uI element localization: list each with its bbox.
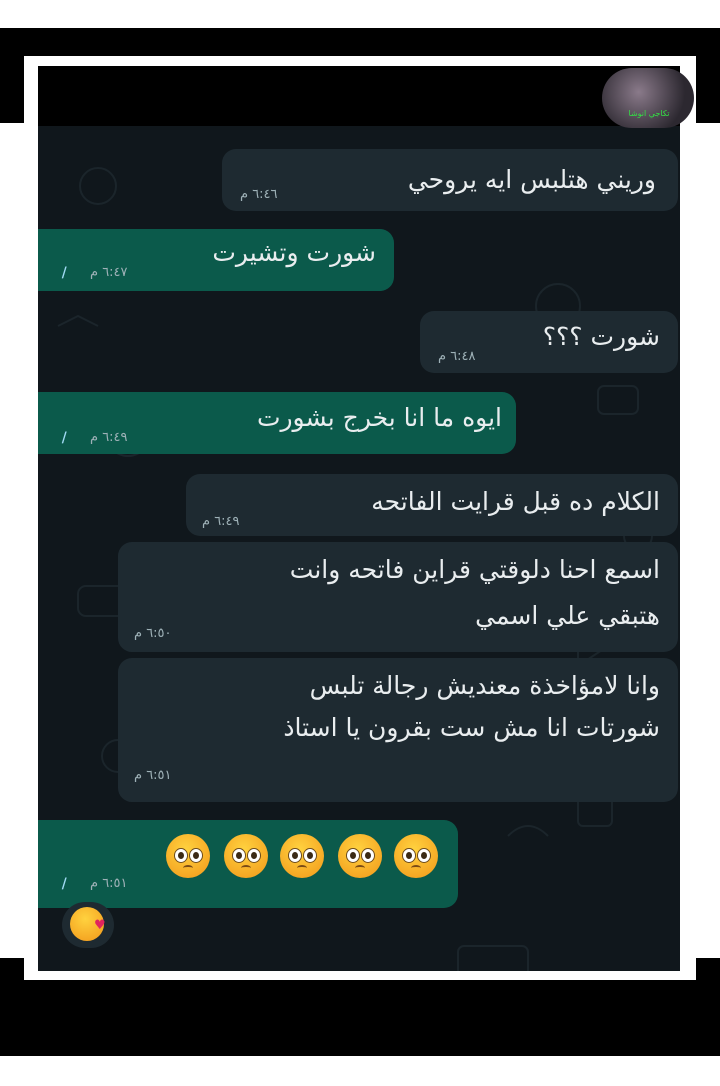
message-time: ٦:٥١ م	[90, 876, 128, 891]
pleading-face-icon	[166, 834, 210, 878]
pleading-face-icon	[280, 834, 324, 878]
message-time: ٦:٤٩ م	[202, 514, 240, 529]
message-bubble-incoming[interactable]: وانا لامؤاخذة معنديش رجالة تلبس شورتات ا…	[118, 658, 678, 802]
heart-icon: ♥	[94, 918, 106, 933]
message-bubble-outgoing[interactable]: ٦:٥١ م //	[38, 820, 458, 908]
watermark-logo: تكاجي انوشا	[602, 68, 694, 128]
message-text: الكلام ده قبل قرايت الفاتحه	[371, 487, 660, 516]
message-time: ٦:٥١ م	[134, 768, 172, 783]
pleading-face-icon	[338, 834, 382, 878]
pleading-face-icon	[394, 834, 438, 878]
message-text: ايوه ما انا بخرج بشورت	[256, 403, 502, 432]
message-text-line-1: اسمع احنا دلوقتي قراين فاتحه وانت	[289, 555, 660, 584]
message-time: ٦:٤٦ م	[240, 187, 278, 202]
message-bubble-incoming[interactable]: وريني هتلبس ايه يروحي ٦:٤٦ م	[222, 149, 678, 211]
message-text: وريني هتلبس ايه يروحي	[407, 165, 656, 194]
message-text-line-2: شورتات انا مش ست بقرون يا استاذ	[283, 713, 660, 742]
message-bubble-incoming[interactable]: اسمع احنا دلوقتي قراين فاتحه وانت هتبقي …	[118, 542, 678, 652]
message-text-line-2: هتبقي علي اسمي	[475, 601, 660, 630]
message-time: ٦:٤٧ م	[90, 265, 128, 280]
message-time: ٦:٥٠ م	[134, 626, 172, 641]
pleading-face-icon	[224, 834, 268, 878]
message-time: ٦:٤٨ م	[438, 349, 476, 364]
message-bubble-outgoing[interactable]: ايوه ما انا بخرج بشورت ٦:٤٩ م //	[38, 392, 516, 454]
message-bubble-outgoing[interactable]: شورت وتشيرت ٦:٤٧ م //	[38, 229, 394, 291]
face-blowing-a-kiss-icon: ♥	[70, 907, 106, 941]
message-bubble-incoming[interactable]: شورت ؟؟؟ ٦:٤٨ م	[420, 311, 678, 373]
message-text: شورت ؟؟؟	[542, 322, 660, 351]
message-text: شورت وتشيرت	[212, 238, 376, 267]
watermark-text: تكاجي انوشا	[628, 109, 670, 118]
message-time: ٦:٤٩ م	[90, 430, 128, 445]
message-bubble-incoming[interactable]: الكلام ده قبل قرايت الفاتحه ٦:٤٩ م	[186, 474, 678, 536]
reaction-badge[interactable]: ♥	[62, 902, 114, 948]
chat-area[interactable]: وريني هتلبس ايه يروحي ٦:٤٦ م شورت وتشيرت…	[38, 66, 680, 971]
